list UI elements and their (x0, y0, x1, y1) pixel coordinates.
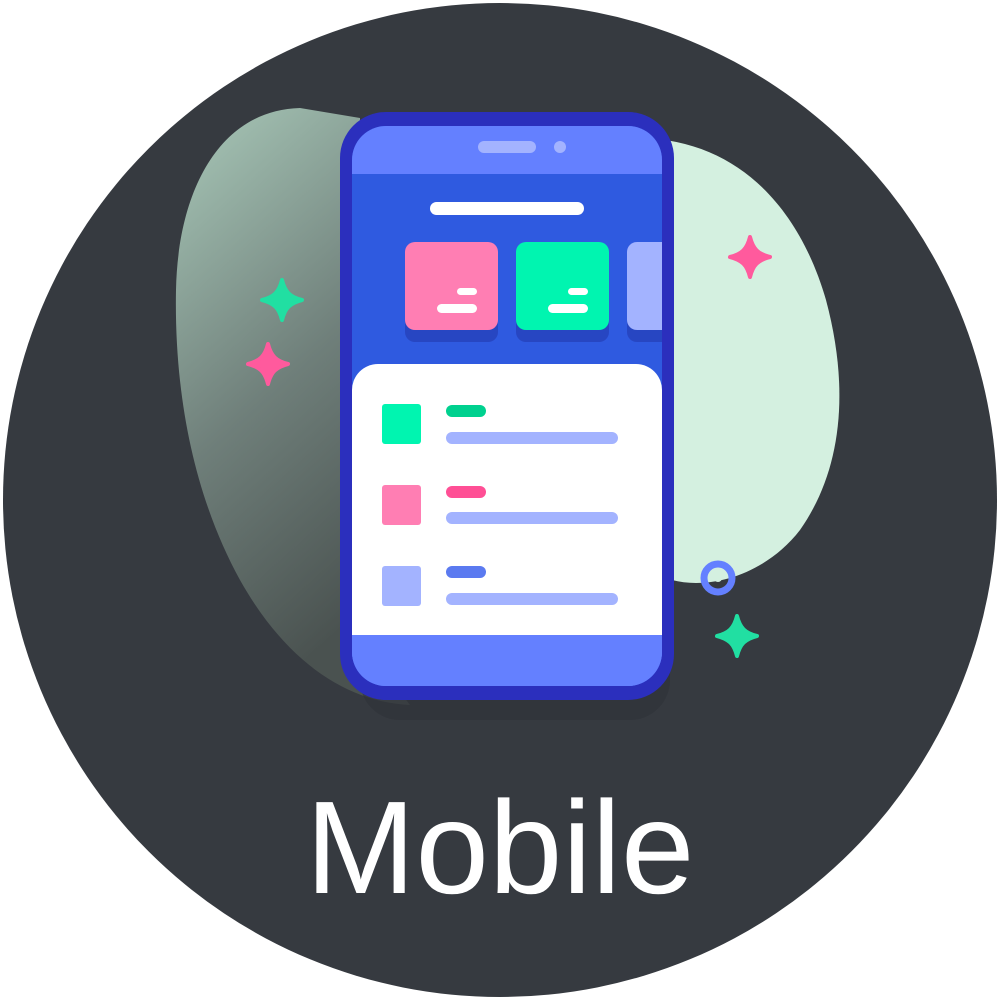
phone-camera (554, 141, 566, 153)
card-pink (405, 242, 498, 330)
header-title-line (430, 202, 584, 215)
card-green (516, 242, 609, 330)
phone-illustration (340, 112, 674, 700)
phone-speaker (478, 141, 536, 153)
mobile-badge: Mobile (0, 0, 1000, 1000)
badge-label: Mobile (305, 774, 695, 921)
